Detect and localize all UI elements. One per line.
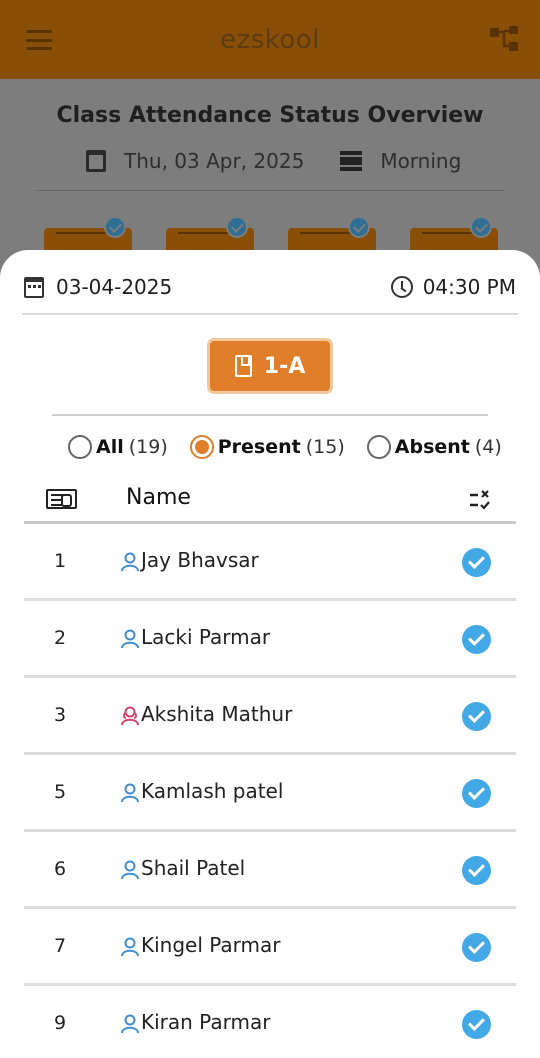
check-icon [226, 216, 248, 238]
radio-icon[interactable] [366, 435, 391, 459]
present-check-icon[interactable] [462, 702, 491, 731]
attendance-sheet: 03-04-2025 04:30 PM 1-A All (19) Present… [0, 250, 540, 1058]
table-row[interactable]: 3 Akshita Mathur [24, 678, 516, 755]
filter-present[interactable]: Present (15) [189, 435, 345, 459]
calendar-icon [24, 276, 44, 298]
student-name: Kiran Parmar [141, 1010, 271, 1034]
app-title: ezskool [220, 24, 320, 55]
student-name: Kingel Parmar [141, 933, 281, 957]
student-name: Lacki Parmar [141, 625, 271, 649]
present-check-icon[interactable] [462, 1010, 491, 1039]
table-row[interactable]: 9 Kiran Parmar [24, 986, 516, 1058]
roll-number: 2 [54, 627, 67, 649]
table-header: Name [24, 478, 516, 524]
male-student-icon [121, 783, 139, 803]
male-student-icon [121, 629, 139, 649]
male-student-icon [121, 860, 139, 880]
hierarchy-icon[interactable] [490, 26, 520, 52]
student-name: Akshita Mathur [141, 702, 293, 726]
class-label: 1-A [263, 353, 306, 379]
shift-label: Morning [380, 149, 462, 173]
present-check-icon[interactable] [462, 933, 491, 962]
male-student-icon [121, 1014, 139, 1034]
table-row[interactable]: 2 Lacki Parmar [24, 601, 516, 678]
clock-icon [390, 276, 413, 298]
check-icon [348, 216, 370, 238]
page-heading: Class Attendance Status Overview [56, 103, 484, 128]
filter-label: All [96, 436, 124, 458]
roll-number: 7 [54, 935, 67, 957]
student-name: Jay Bhavsar [141, 548, 259, 572]
present-check-icon[interactable] [462, 548, 491, 577]
filter-count: (4) [474, 436, 502, 458]
radio-icon[interactable] [189, 435, 214, 459]
id-card-icon [46, 489, 77, 509]
name-column-header: Name [126, 485, 191, 510]
calendar-icon [86, 150, 106, 172]
filter-absent[interactable]: Absent (4) [366, 435, 502, 459]
divider [22, 313, 518, 315]
toggle-all-icon[interactable] [468, 488, 492, 512]
app-bar: ezskool [0, 0, 540, 79]
roll-number: 1 [54, 550, 67, 572]
roll-number: 9 [54, 1012, 67, 1034]
female-student-icon [121, 706, 139, 726]
present-check-icon[interactable] [462, 779, 491, 808]
menu-icon[interactable] [26, 30, 52, 50]
radio-icon[interactable] [68, 435, 92, 459]
class-button[interactable]: 1-A [207, 338, 333, 394]
attendance-filter: All (19) Present (15) Absent (4) [68, 435, 524, 459]
roll-number: 3 [54, 704, 67, 726]
sheet-header: 03-04-2025 04:30 PM [24, 272, 516, 302]
student-name: Shail Patel [141, 856, 246, 880]
table-row[interactable]: 1 Jay Bhavsar [24, 524, 516, 601]
roll-number: 6 [54, 858, 67, 880]
filter-label: Present [217, 436, 301, 458]
date-long: Thu, 03 Apr, 2025 [124, 149, 305, 173]
sheet-date-text: 03-04-2025 [56, 275, 173, 299]
sheet-time-text: 04:30 PM [422, 275, 516, 299]
check-icon [470, 216, 492, 238]
student-name: Kamlash patel [141, 779, 284, 803]
table-row[interactable]: 5 Kamlash patel [24, 755, 516, 832]
shift-icon [340, 151, 363, 171]
male-student-icon [121, 552, 139, 572]
table-row[interactable]: 7 Kingel Parmar [24, 909, 516, 986]
roll-number: 5 [54, 781, 67, 803]
check-icon [104, 216, 126, 238]
filter-all[interactable]: All (19) [68, 435, 168, 459]
present-check-icon[interactable] [462, 625, 491, 654]
table-row[interactable]: 6 Shail Patel [24, 832, 516, 909]
sheet-date: 03-04-2025 [24, 275, 172, 299]
male-student-icon [121, 937, 139, 957]
filter-label: Absent [394, 436, 470, 458]
date-shift-row: Thu, 03 Apr, 2025 Morning [86, 149, 461, 173]
book-icon [234, 355, 252, 377]
filter-count: (19) [128, 436, 168, 458]
divider [36, 190, 504, 191]
sheet-time: 04:30 PM [390, 275, 516, 299]
divider [52, 414, 488, 416]
present-check-icon[interactable] [462, 856, 491, 885]
student-list: 1 Jay Bhavsar 2 Lacki Parmar 3 Akshita M… [24, 524, 516, 1058]
filter-count: (15) [305, 436, 345, 458]
